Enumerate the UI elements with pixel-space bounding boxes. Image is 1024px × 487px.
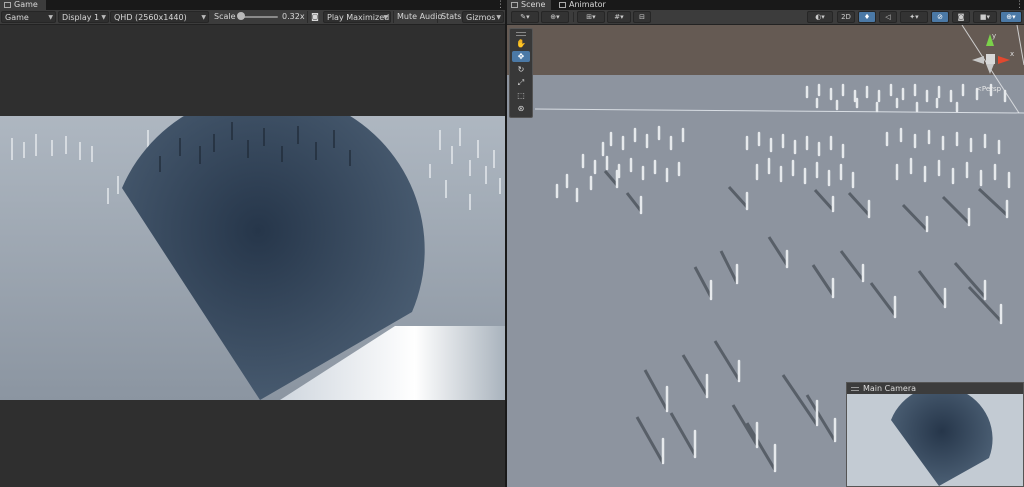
grid-icon bbox=[511, 2, 518, 8]
rotate-tool-button[interactable]: ↻ bbox=[512, 64, 530, 75]
transform-icon: ⊛ bbox=[517, 104, 525, 113]
gizmos-toggle-button[interactable]: ■▾ bbox=[973, 11, 997, 23]
move-icon: ✥ bbox=[517, 52, 525, 61]
camera-icon: ◙ bbox=[311, 12, 319, 21]
game-mode-dropdown[interactable]: Game ▼ bbox=[1, 11, 56, 23]
bulb-icon: ♦ bbox=[863, 13, 871, 21]
toggle-audio-button[interactable]: ◁ bbox=[879, 11, 897, 23]
rect-icon: ⬚ bbox=[517, 91, 525, 100]
pivot-button[interactable]: ⊞▾ bbox=[577, 11, 605, 23]
gizmo-neg-x-cone[interactable] bbox=[972, 56, 984, 64]
scene-tools-panel: ✋ ✥ ↻ ⤢ ⬚ ⊛ bbox=[509, 28, 533, 118]
scene-camera-button[interactable]: ◙ bbox=[952, 11, 970, 23]
globe-icon: ⊕▾ bbox=[1006, 13, 1016, 21]
gizmo-y-label: y bbox=[992, 32, 996, 40]
speaker-icon: ◁ bbox=[885, 13, 891, 21]
game-panel-menu-icon[interactable]: ⋮ bbox=[496, 0, 505, 10]
stats-button[interactable]: Stats bbox=[437, 11, 464, 23]
grid-snap-icon: #▾ bbox=[614, 13, 624, 21]
orientation-gizmo[interactable]: y x bbox=[962, 30, 1018, 82]
animator-icon bbox=[559, 2, 566, 8]
chevron-down-icon: ▼ bbox=[101, 14, 106, 21]
effects-button[interactable]: ✦▾ bbox=[900, 11, 928, 23]
tools-panel-grip[interactable] bbox=[516, 32, 526, 36]
resolution-dropdown[interactable]: QHD (2560x1440) ▼ bbox=[110, 11, 209, 23]
main-camera-preview[interactable]: Main Camera bbox=[846, 382, 1024, 487]
game-viewport[interactable] bbox=[0, 116, 505, 400]
global-local-button[interactable]: ⊕▾ bbox=[541, 11, 569, 23]
camera-icon: ◙ bbox=[957, 13, 965, 21]
toolbar-separator bbox=[573, 12, 574, 22]
effects-icon: ✦▾ bbox=[909, 13, 919, 21]
hand-icon: ✋ bbox=[516, 39, 526, 48]
hand-tool-button[interactable]: ✋ bbox=[512, 38, 530, 49]
toggle-2d-button[interactable]: 2D bbox=[837, 11, 855, 23]
tab-scene-label: Scene bbox=[521, 0, 546, 9]
main-camera-render bbox=[847, 394, 1023, 486]
ruler-icon: ⊟ bbox=[639, 13, 645, 21]
sphere-icon: ◐▾ bbox=[815, 13, 825, 21]
pivot-icon: ⊞▾ bbox=[586, 13, 596, 21]
scale-value: 0.32x bbox=[282, 12, 305, 21]
tab-game[interactable]: Game bbox=[0, 0, 46, 10]
resolution-label: QHD (2560x1440) bbox=[114, 13, 187, 22]
globe-icon: ⊕▾ bbox=[550, 13, 560, 21]
draw-mode-button[interactable]: ✎▾ bbox=[511, 11, 539, 23]
move-tool-button[interactable]: ✥ bbox=[512, 51, 530, 62]
scene-tabbar: Scene Animator ⋮ bbox=[507, 0, 1024, 10]
game-controller-icon bbox=[4, 2, 11, 8]
transform-tool-button[interactable]: ⊛ bbox=[512, 103, 530, 114]
scale-label: Scale bbox=[214, 12, 236, 21]
scene-panel-menu-icon[interactable]: ⋮ bbox=[1015, 0, 1024, 10]
gizmos-dropdown[interactable]: Gizmos ▼ bbox=[462, 11, 504, 23]
game-letterbox-bottom bbox=[0, 400, 505, 487]
hidden-objects-button[interactable]: ⊘ bbox=[931, 11, 949, 23]
game-toolbar: Game ▼ Display 1 ▼ QHD (2560x1440) ▼ Scale … bbox=[0, 10, 505, 25]
chevron-down-icon: ▼ bbox=[48, 14, 53, 21]
display-dropdown[interactable]: Display 1 ▼ bbox=[58, 11, 109, 23]
main-camera-title: Main Camera bbox=[863, 384, 917, 393]
play-mode-dropdown[interactable]: Play Maximized ▼ bbox=[323, 11, 391, 23]
chevron-down-icon: ▼ bbox=[201, 14, 206, 21]
scene-toolbar: ✎▾ ⊕▾ ⊞▾ #▾ ⊟ ◐▾ 2D ♦ ◁ ✦▾ ⊘ ◙ ■▾ ⊕▾ bbox=[507, 10, 1024, 25]
game-tabbar: Game ⋮ bbox=[0, 0, 505, 10]
rect-tool-button[interactable]: ⬚ bbox=[512, 90, 530, 101]
snap-grid-button[interactable]: #▾ bbox=[607, 11, 631, 23]
gizmos-label: Gizmos bbox=[466, 13, 496, 22]
gizmo-x-cone[interactable] bbox=[998, 56, 1010, 64]
play-mode-label: Play Maximized bbox=[327, 13, 390, 22]
brush-icon: ✎▾ bbox=[520, 13, 530, 21]
screenshot-button[interactable]: ◙ bbox=[307, 11, 322, 23]
main-camera-title-bar[interactable]: Main Camera bbox=[847, 383, 1023, 394]
eye-slash-icon: ⊘ bbox=[937, 13, 943, 21]
scene-gizmos-dropdown[interactable]: ⊕▾ bbox=[1000, 11, 1022, 23]
game-mode-label: Game bbox=[5, 13, 29, 22]
tab-scene[interactable]: Scene bbox=[507, 0, 551, 10]
tab-animator-label: Animator bbox=[569, 0, 606, 9]
shading-mode-button[interactable]: ◐▾ bbox=[807, 11, 833, 23]
increment-snap-button[interactable]: ⊟ bbox=[633, 11, 651, 23]
tab-game-label: Game bbox=[14, 0, 38, 9]
gizmo-x-label: x bbox=[1010, 50, 1014, 58]
persp-label[interactable]: <Persp bbox=[976, 85, 1001, 93]
drag-handle-icon bbox=[851, 387, 859, 391]
scale-icon: ⤢ bbox=[517, 78, 525, 87]
tab-animator[interactable]: Animator bbox=[555, 0, 615, 10]
game-letterbox-top bbox=[0, 25, 505, 116]
toggle-lighting-button[interactable]: ♦ bbox=[858, 11, 876, 23]
gizmo-icon: ■▾ bbox=[979, 13, 991, 21]
scale-tool-button[interactable]: ⤢ bbox=[512, 77, 530, 88]
rotate-icon: ↻ bbox=[517, 65, 525, 74]
chevron-down-icon: ▼ bbox=[383, 14, 388, 21]
chevron-down-icon: ▼ bbox=[496, 14, 501, 21]
scene-sky bbox=[507, 25, 1024, 77]
scale-slider-handle[interactable] bbox=[237, 12, 245, 20]
gizmo-neg-z-cone[interactable] bbox=[986, 64, 994, 74]
display-label: Display 1 bbox=[62, 13, 100, 22]
gizmo-center-cube[interactable] bbox=[986, 54, 995, 64]
